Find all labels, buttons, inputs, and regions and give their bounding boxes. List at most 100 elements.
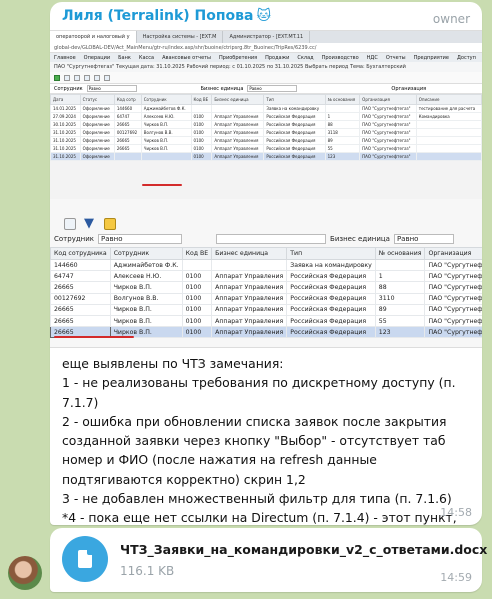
requests-table-large: Код сотрудника Сотрудник Код ВЕ Бизнес един… <box>50 247 482 339</box>
menu-item: Банк <box>118 55 131 61</box>
message-line: 3 - не добавлен множественный фильтр для… <box>62 491 452 507</box>
filter-label: Организация <box>391 85 427 92</box>
column-header: Код ВЕ <box>190 94 213 105</box>
table-cell: Российская Федерация <box>263 144 326 153</box>
table-cell: 0100 <box>181 270 213 283</box>
table-cell: ПАО "Сургутнефтегаз" <box>424 270 482 283</box>
table-cell: Заявка на командировку <box>286 258 376 272</box>
file-message-bubble[interactable]: ЧТЗ_Заявки_на_командировки_v2_с_ответами… <box>50 528 487 592</box>
table-row: 31.10.2025 Оформление 0100 Аппарат Управлен… <box>50 152 482 161</box>
file-name[interactable]: ЧТЗ_Заявки_на_командировки_v2_с_ответами… <box>120 542 487 557</box>
menu-item: Доступ <box>456 55 476 61</box>
table-cell: 55 <box>324 144 361 153</box>
table-cell: Российская Федерация <box>286 314 376 328</box>
menu-item: Авансовые отчеты <box>162 55 212 61</box>
table-row: 00127692 Волгунов В.В. 0100 Аппарат Управле… <box>50 292 482 305</box>
table-cell: Чирков В.П. <box>140 144 192 153</box>
filter-label: Сотрудник <box>54 235 95 243</box>
table-cell: Аджимайбетов Ф.К. <box>109 258 183 272</box>
message-time: 14:58 <box>440 506 472 519</box>
file-download-button[interactable] <box>62 536 108 582</box>
table-cell: Аппарат Управления <box>211 326 288 339</box>
table-cell: Чирков В.П. <box>140 136 192 145</box>
table-cell: 64747 <box>113 112 142 121</box>
browser-tabs: оператоорой и налоговый у Настройка сист… <box>50 31 482 43</box>
table-cell: 64747 <box>50 270 111 283</box>
document-icon <box>78 550 92 568</box>
refresh-icon <box>94 74 100 81</box>
table-cell: 26665 <box>113 120 142 129</box>
menu-item: Производство <box>321 55 359 61</box>
column-header: Статус <box>79 94 115 105</box>
filter-label: Бизнес единица <box>330 235 390 243</box>
copy-icon <box>74 74 80 81</box>
table-cell: 00127692 <box>50 292 111 305</box>
filter-field-empty <box>216 234 327 244</box>
table-cell: Волгунов В.В. <box>140 128 192 137</box>
table-cell <box>140 152 192 161</box>
table-cell <box>374 258 426 272</box>
attached-screenshot[interactable]: оператоорой и налоговый у Настройка сист… <box>50 30 482 348</box>
table-cell <box>211 104 265 113</box>
column-header: Дата <box>50 94 81 105</box>
table-cell: Аджимайбетов Ф.К. <box>140 104 192 113</box>
table-cell: 0100 <box>181 292 213 305</box>
table-cell <box>324 104 361 113</box>
table-cell: 31.10.2025 <box>50 152 81 161</box>
browser-tab: Настройка системы - [EXT.M <box>137 31 224 43</box>
url-bar: global-dev/GLOBAL-DEV/Act_MainMenu/gtr-r… <box>50 43 482 53</box>
table-cell: ПАО "Сургутнефтегаз" <box>424 281 482 294</box>
sender-role: owner <box>432 12 470 26</box>
column-header: Тип <box>286 247 376 260</box>
filter-label: Бизнес единица <box>200 85 244 92</box>
table-row: 14.01.2025 Оформление 144660 Аджимайбетов Ф… <box>50 104 482 113</box>
column-header: Код сотрудника <box>50 247 111 260</box>
message-line: 1 - не реализованы требования по дискрет… <box>62 375 456 410</box>
table-cell: Российская Федерация <box>286 303 376 316</box>
table-cell: Оформление <box>79 104 115 113</box>
column-header: Бизнес единица <box>211 247 288 260</box>
menu-item: Склад <box>297 55 314 61</box>
table-cell: 123 <box>324 152 361 161</box>
table-cell: ПАО "Сургутнефтегаз" <box>424 258 482 272</box>
menu-item: Главное <box>54 55 76 61</box>
filter-icon: ▼ <box>84 216 94 231</box>
table-cell: 0100 <box>190 112 213 121</box>
table-cell: 30.10.2025 <box>50 120 81 129</box>
table-cell: 89 <box>324 136 361 145</box>
table-cell: Аппарат Управления <box>211 128 265 137</box>
sender-name-text[interactable]: Лиля (Terralink) Попова <box>62 8 253 24</box>
table-cell: 55 <box>374 314 426 328</box>
filter-field: Равно <box>247 85 298 92</box>
table-cell <box>211 258 288 272</box>
table-cell: 27.09.2024 <box>50 112 81 121</box>
message-text[interactable]: еще выявлены по ЧТЗ замечания: 1 - не ре… <box>62 354 472 547</box>
add-icon <box>54 74 60 81</box>
table-cell: 0100 <box>181 326 213 339</box>
table-cell: 1 <box>374 270 426 283</box>
table-cell: 26665 <box>50 303 111 316</box>
table-cell: ПАО "Сургутнефтегаз" <box>424 326 482 339</box>
table-row: 30.10.2025 Оформление 26665 Чирков В.П. 0100… <box>50 120 482 129</box>
period-toolbar: ПАО "Сургутнефтегаз" Текущая дата: 31.10… <box>50 62 482 72</box>
table-cell: 0100 <box>190 136 213 145</box>
table-cell: 3110 <box>374 292 426 305</box>
filter-field: Равно <box>393 234 454 244</box>
avatar[interactable] <box>8 556 42 590</box>
file-message-time: 14:59 <box>440 571 472 584</box>
table-row: 27.09.2024 Оформление 64747 Алексеев Н.Ю. 01… <box>50 112 482 121</box>
table-cell: Командировка <box>415 112 482 121</box>
table-cell: 88 <box>374 281 426 294</box>
column-header: № основания <box>324 94 361 105</box>
message-bubble[interactable]: Лиля (Terralink) Попова 🐱 owner оператоор… <box>50 2 482 545</box>
table-cell: Чирков В.П. <box>109 314 183 328</box>
column-header: Организация <box>359 94 417 105</box>
sender-name[interactable]: Лиля (Terralink) Попова 🐱 <box>62 8 271 24</box>
table-cell: ПАО "Сургутнефтегаз" <box>359 112 417 121</box>
table-cell: Российская Федерация <box>286 270 376 283</box>
browser-tab: Администратор - [EXT.MT.11 <box>223 31 311 43</box>
table-cell: Российская Федерация <box>263 136 326 145</box>
table-cell: 0100 <box>190 152 213 161</box>
table-cell: Заявка на командировку <box>263 104 326 113</box>
table-cell <box>113 152 142 161</box>
